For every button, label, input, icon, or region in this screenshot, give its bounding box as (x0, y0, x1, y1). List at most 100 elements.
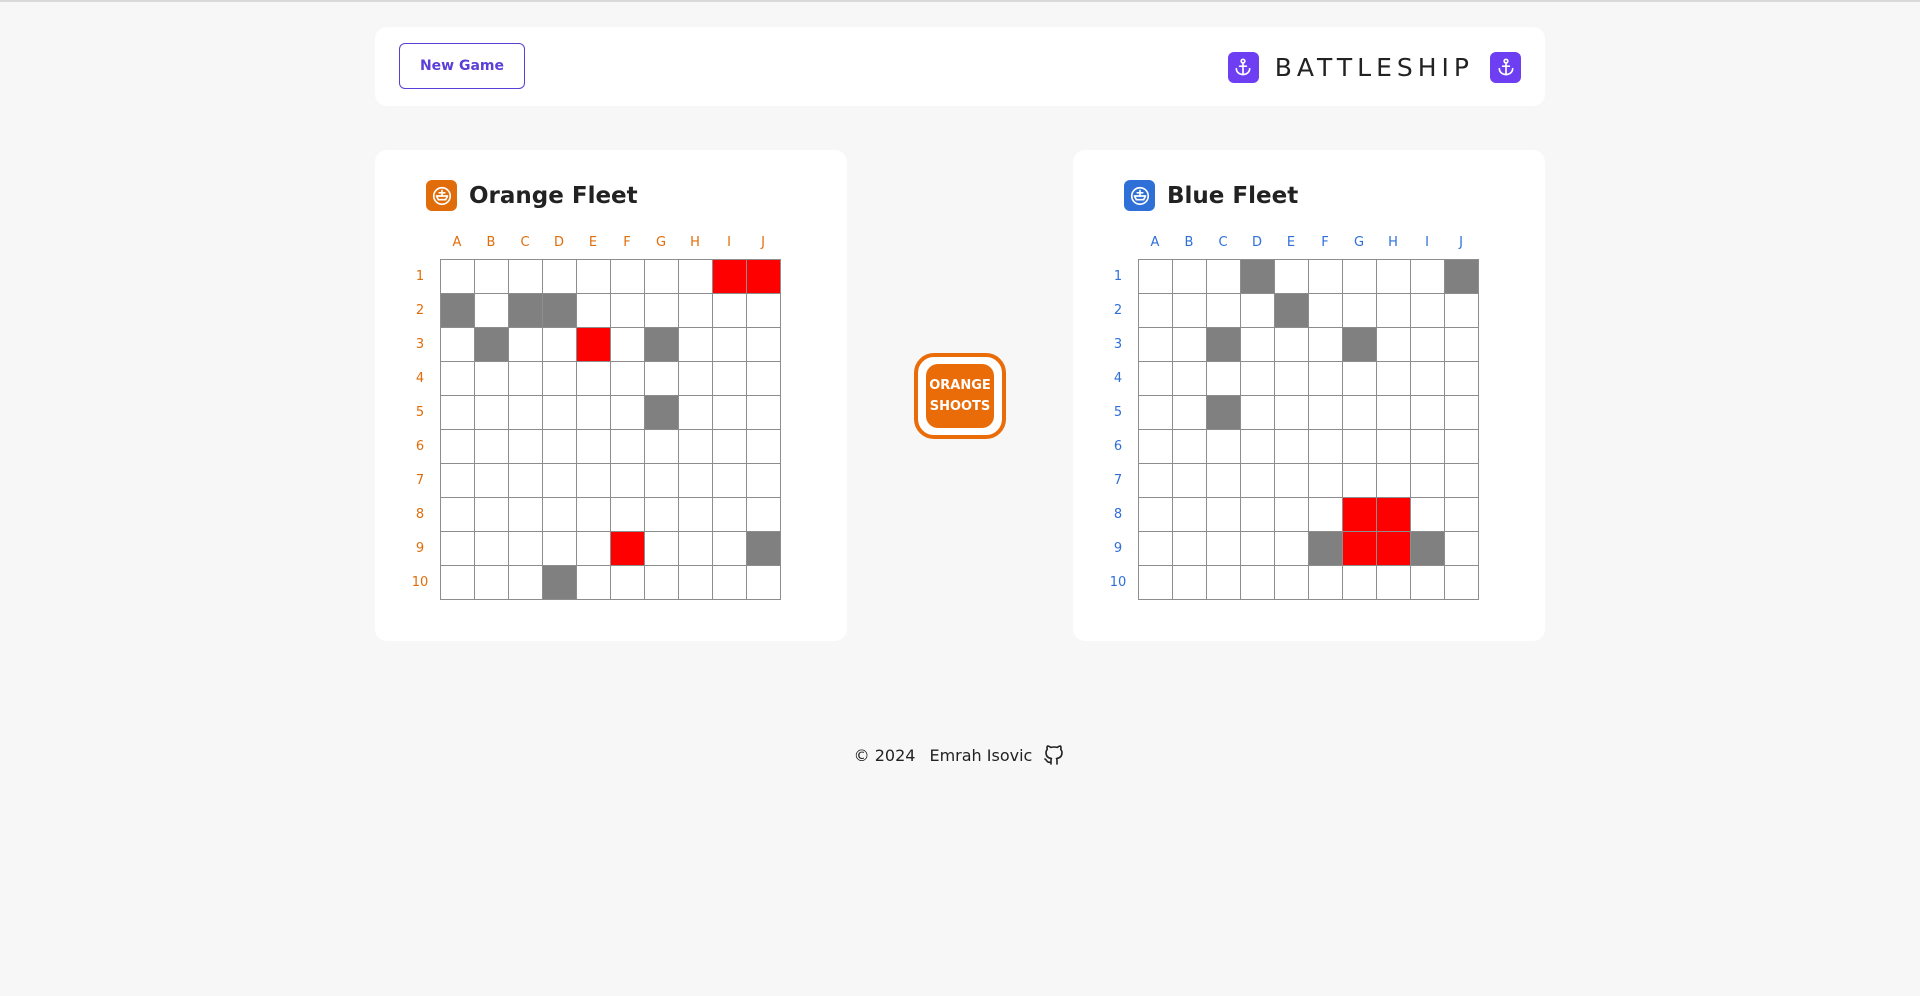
board-cell-f9[interactable] (1308, 531, 1343, 566)
board-cell-h10[interactable] (1376, 565, 1411, 600)
board-cell-g6[interactable] (644, 429, 679, 464)
board-cell-d9[interactable] (1240, 531, 1275, 566)
board-cell-a1[interactable] (440, 259, 475, 294)
board-cell-d8[interactable] (1240, 497, 1275, 532)
board-cell-j4[interactable] (1444, 361, 1479, 396)
board-cell-j1[interactable] (746, 259, 781, 294)
board-cell-e8[interactable] (576, 497, 611, 532)
board-cell-c8[interactable] (508, 497, 543, 532)
board-cell-j9[interactable] (1444, 531, 1479, 566)
board-cell-c5[interactable] (508, 395, 543, 430)
board-cell-i10[interactable] (1410, 565, 1445, 600)
board-cell-b4[interactable] (1172, 361, 1207, 396)
board-cell-f1[interactable] (610, 259, 645, 294)
board-cell-h7[interactable] (1376, 463, 1411, 498)
board-cell-e7[interactable] (1274, 463, 1309, 498)
board-cell-j7[interactable] (1444, 463, 1479, 498)
board-cell-f1[interactable] (1308, 259, 1343, 294)
board-cell-f5[interactable] (1308, 395, 1343, 430)
board-cell-a10[interactable] (1138, 565, 1173, 600)
board-cell-b3[interactable] (1172, 327, 1207, 362)
board-cell-d3[interactable] (1240, 327, 1275, 362)
board-cell-j1[interactable] (1444, 259, 1479, 294)
board-cell-b7[interactable] (474, 463, 509, 498)
board-cell-a7[interactable] (440, 463, 475, 498)
board-cell-e4[interactable] (1274, 361, 1309, 396)
board-cell-h6[interactable] (678, 429, 713, 464)
board-cell-h9[interactable] (678, 531, 713, 566)
board-cell-i9[interactable] (1410, 531, 1445, 566)
board-cell-j8[interactable] (1444, 497, 1479, 532)
board-cell-f4[interactable] (1308, 361, 1343, 396)
board-cell-i7[interactable] (712, 463, 747, 498)
board-cell-e10[interactable] (576, 565, 611, 600)
board-cell-f8[interactable] (610, 497, 645, 532)
board-cell-d7[interactable] (1240, 463, 1275, 498)
board-cell-g1[interactable] (644, 259, 679, 294)
board-cell-g5[interactable] (644, 395, 679, 430)
board-cell-e5[interactable] (1274, 395, 1309, 430)
board-cell-b5[interactable] (1172, 395, 1207, 430)
board-cell-f3[interactable] (1308, 327, 1343, 362)
board-cell-f4[interactable] (610, 361, 645, 396)
board-cell-i3[interactable] (1410, 327, 1445, 362)
board-cell-h4[interactable] (678, 361, 713, 396)
board-cell-d2[interactable] (1240, 293, 1275, 328)
github-icon[interactable] (1042, 743, 1066, 767)
board-cell-d8[interactable] (542, 497, 577, 532)
board-cell-a3[interactable] (1138, 327, 1173, 362)
board-cell-f2[interactable] (610, 293, 645, 328)
board-cell-c6[interactable] (1206, 429, 1241, 464)
board-cell-c9[interactable] (1206, 531, 1241, 566)
board-cell-c2[interactable] (1206, 293, 1241, 328)
board-cell-g2[interactable] (644, 293, 679, 328)
board-cell-c9[interactable] (508, 531, 543, 566)
board-cell-c4[interactable] (1206, 361, 1241, 396)
board-cell-h6[interactable] (1376, 429, 1411, 464)
board-cell-a3[interactable] (440, 327, 475, 362)
board-cell-h4[interactable] (1376, 361, 1411, 396)
board-cell-b10[interactable] (474, 565, 509, 600)
board-cell-i7[interactable] (1410, 463, 1445, 498)
board-cell-c5[interactable] (1206, 395, 1241, 430)
board-cell-e2[interactable] (1274, 293, 1309, 328)
board-cell-g4[interactable] (644, 361, 679, 396)
board-cell-d3[interactable] (542, 327, 577, 362)
board-cell-b8[interactable] (1172, 497, 1207, 532)
board-cell-b4[interactable] (474, 361, 509, 396)
board-cell-i9[interactable] (712, 531, 747, 566)
board-cell-i3[interactable] (712, 327, 747, 362)
board-cell-a8[interactable] (1138, 497, 1173, 532)
board-cell-g10[interactable] (644, 565, 679, 600)
board-cell-f10[interactable] (1308, 565, 1343, 600)
board-cell-h3[interactable] (1376, 327, 1411, 362)
board-cell-h2[interactable] (678, 293, 713, 328)
board-cell-j4[interactable] (746, 361, 781, 396)
board-cell-g6[interactable] (1342, 429, 1377, 464)
board-cell-f7[interactable] (610, 463, 645, 498)
board-cell-h8[interactable] (678, 497, 713, 532)
board-cell-d5[interactable] (542, 395, 577, 430)
board-cell-e10[interactable] (1274, 565, 1309, 600)
board-cell-e2[interactable] (576, 293, 611, 328)
board-cell-e6[interactable] (576, 429, 611, 464)
board-cell-e7[interactable] (576, 463, 611, 498)
board-cell-g1[interactable] (1342, 259, 1377, 294)
board-cell-e6[interactable] (1274, 429, 1309, 464)
board-cell-g9[interactable] (1342, 531, 1377, 566)
board-cell-h7[interactable] (678, 463, 713, 498)
board-cell-d4[interactable] (542, 361, 577, 396)
board-cell-a2[interactable] (1138, 293, 1173, 328)
board-cell-b1[interactable] (474, 259, 509, 294)
board-cell-h5[interactable] (678, 395, 713, 430)
board-cell-g7[interactable] (644, 463, 679, 498)
board-cell-f6[interactable] (1308, 429, 1343, 464)
board-cell-e3[interactable] (1274, 327, 1309, 362)
board-cell-c3[interactable] (508, 327, 543, 362)
board-cell-i8[interactable] (712, 497, 747, 532)
board-cell-b6[interactable] (1172, 429, 1207, 464)
board-cell-d1[interactable] (542, 259, 577, 294)
board-cell-e1[interactable] (1274, 259, 1309, 294)
board-cell-e8[interactable] (1274, 497, 1309, 532)
board-cell-e4[interactable] (576, 361, 611, 396)
